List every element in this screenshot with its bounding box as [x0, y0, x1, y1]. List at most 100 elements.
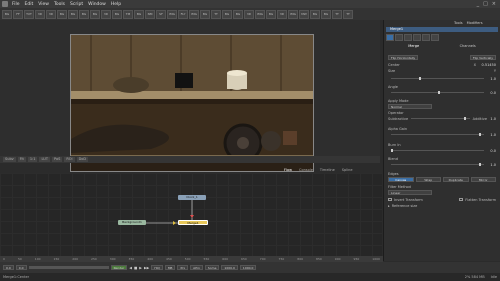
menu-item-script[interactable]: Script [70, 2, 83, 7]
toolbar-button[interactable]: BG [310, 9, 320, 19]
tool-icon[interactable] [395, 34, 403, 41]
tool-header[interactable]: Merge1 [386, 27, 498, 32]
toolbar-button[interactable]: TT [343, 9, 353, 19]
flow-node-background[interactable]: Background1 [118, 220, 146, 225]
current-time-field[interactable]: 0.0 [15, 265, 27, 270]
mb-button[interactable]: MB [164, 265, 176, 270]
viewer-bar-button[interactable]: DoD [76, 157, 89, 162]
time-slider[interactable] [28, 266, 109, 269]
burn-in-value[interactable]: 0.0 [487, 149, 496, 153]
toolbar-button[interactable]: BG [321, 9, 331, 19]
transport-back-icon[interactable]: ◀ [129, 266, 132, 270]
toolbar-button[interactable]: TXT [24, 9, 34, 19]
viewer-bar-button[interactable]: PoS [51, 157, 63, 162]
menu-item-tools[interactable]: Tools [54, 2, 65, 7]
hiq-button[interactable]: HiQ [151, 265, 163, 270]
additive-value[interactable]: 1.0 [487, 117, 496, 121]
toolbar-button[interactable]: TT [211, 9, 221, 19]
toolbar-button[interactable]: FLY [178, 9, 188, 19]
filter-method-dropdown[interactable]: Linear [388, 190, 432, 195]
edges-duplicate-button[interactable]: Duplicate [443, 177, 469, 182]
subtab-merge[interactable]: Merge [408, 44, 419, 49]
tool-icon[interactable] [431, 34, 439, 41]
toolbar-button[interactable]: 3D [244, 9, 254, 19]
render-button[interactable]: Render [110, 265, 128, 270]
toolbar-button[interactable]: IMG [288, 9, 298, 19]
tab-console[interactable]: Console [297, 167, 315, 173]
edges-canvas-button[interactable]: Canvas [388, 177, 414, 182]
tool-icon[interactable] [404, 34, 412, 41]
alpha-gain-slider[interactable] [391, 133, 484, 136]
expand-arrow-icon[interactable]: ▸ [388, 204, 390, 208]
menu-item-help[interactable]: Help [111, 2, 121, 7]
toolbar-button[interactable]: 3D [46, 9, 56, 19]
angle-slider[interactable] [391, 91, 484, 94]
angle-value[interactable]: 0.0 [487, 91, 496, 95]
start-time-field[interactable]: 0.0 [3, 265, 14, 270]
toolbar-button[interactable]: 3D [35, 9, 45, 19]
toolbar-button[interactable]: BG [266, 9, 276, 19]
toolbar-button[interactable]: TM [123, 9, 133, 19]
toolbar-button[interactable]: TT [332, 9, 342, 19]
edges-wrap-button[interactable]: Wrap [415, 177, 441, 182]
blend-slider[interactable] [391, 163, 484, 166]
flip-vertically-button[interactable]: Flip Vertically [469, 55, 496, 60]
end-time-field-b[interactable]: 1000.0 [239, 265, 257, 270]
tab-tools[interactable]: Tools [454, 21, 463, 25]
tab-modifiers[interactable]: Modifiers [467, 21, 483, 25]
toolbar-button[interactable]: IMG [167, 9, 177, 19]
end-time-field-a[interactable]: 1000.0 [221, 265, 238, 270]
tab-timeline[interactable]: Timeline [318, 167, 337, 173]
flow-node-top[interactable]: Clock_1 [178, 195, 206, 200]
viewer-bar-button[interactable]: LUT [39, 157, 50, 162]
transport-next-icon[interactable]: ▶▶ [144, 266, 149, 270]
menu-item-view[interactable]: View [38, 2, 49, 7]
edges-mirror-button[interactable]: Mirror [470, 177, 496, 182]
toolbar-button[interactable]: SF [156, 9, 166, 19]
toolbar-button[interactable]: BG [79, 9, 89, 19]
blend-value[interactable]: 1.0 [487, 163, 496, 167]
toolbar-button[interactable]: FF [13, 9, 23, 19]
viewer-bar-button[interactable]: 1:1 [27, 157, 38, 162]
aprx-button[interactable]: APrx [190, 265, 203, 270]
toolbar-button[interactable]: BG [57, 9, 67, 19]
invert-transform-checkbox[interactable] [388, 198, 392, 201]
minimize-icon[interactable]: _ [477, 1, 480, 7]
transport-stop-icon[interactable]: ■ [134, 266, 137, 270]
flow-node-merge[interactable]: Merge1 [178, 220, 208, 225]
some-button[interactable]: Some [204, 265, 220, 270]
viewer-pane[interactable]: Merge1 [0, 20, 380, 172]
toolbar-button[interactable]: NM [145, 9, 155, 19]
toolbar-button[interactable]: BG [233, 9, 243, 19]
toolbar-button[interactable]: 3D [101, 9, 111, 19]
toolbar-button[interactable]: BG [222, 9, 232, 19]
size-value[interactable]: 1.0 [487, 77, 496, 81]
tool-icon[interactable] [422, 34, 430, 41]
subtractive-additive-slider[interactable] [411, 117, 470, 120]
toolbar-button[interactable]: BG [112, 9, 122, 19]
flow-editor[interactable]: Clock_1 Background1 Merge1 [0, 173, 382, 256]
center-x-value[interactable]: 0.51450 [476, 63, 496, 67]
toolbar-button[interactable]: IMG [255, 9, 265, 19]
size-slider[interactable] [391, 77, 484, 80]
toolbar-button[interactable]: BG [68, 9, 78, 19]
toolbar-button[interactable]: IMG [189, 9, 199, 19]
tool-icon[interactable] [386, 34, 394, 41]
apply-mode-dropdown[interactable]: Normal [388, 104, 432, 109]
toolbar-button[interactable]: BG [134, 9, 144, 19]
tab-spline[interactable]: Spline [340, 167, 355, 173]
tab-flow[interactable]: Flow [282, 167, 294, 173]
viewer-image[interactable] [70, 34, 314, 172]
viewer-bar-button[interactable]: ROI [64, 157, 75, 162]
burn-in-slider[interactable] [391, 149, 484, 152]
menu-item-edit[interactable]: Edit [25, 2, 34, 7]
viewer-bar-button[interactable]: Fit [17, 157, 26, 162]
tool-icon[interactable] [413, 34, 421, 41]
close-icon[interactable]: × [492, 1, 496, 7]
menu-item-file[interactable]: File [12, 2, 20, 7]
flatten-transform-checkbox[interactable] [459, 198, 464, 201]
toolbar-button[interactable]: BG [200, 9, 210, 19]
subtab-channels[interactable]: Channels [460, 44, 476, 49]
toolbar-button[interactable]: 3D [277, 9, 287, 19]
toolbar-button[interactable]: BG [2, 9, 12, 19]
